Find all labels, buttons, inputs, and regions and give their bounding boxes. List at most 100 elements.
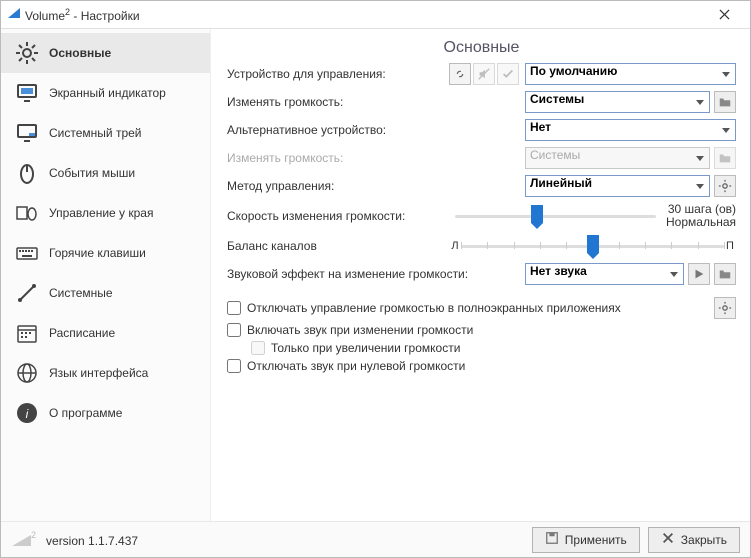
apply-button[interactable]: Применить xyxy=(532,527,640,553)
settings-window: Volume2 - Настройки Основные Экранный ин… xyxy=(0,0,751,558)
sidebar-item-language[interactable]: Язык интерфейса xyxy=(1,353,210,393)
change-volume-alt-select: Системы xyxy=(525,147,710,169)
label-change-volume-alt: Изменять громкость: xyxy=(227,151,449,165)
sidebar-item-label: Горячие клавиши xyxy=(49,246,146,260)
sidebar-item-general[interactable]: Основные xyxy=(1,33,210,73)
balance-slider[interactable] xyxy=(461,235,724,257)
close-footer-button[interactable]: Закрыть xyxy=(648,527,740,553)
checkbox-mute-zero[interactable]: Отключать звук при нулевой громкости xyxy=(227,359,736,373)
sidebar-item-mouse[interactable]: События мыши xyxy=(1,153,210,193)
tray-icon xyxy=(15,121,39,145)
row-alt-device: Альтернативное устройство: Нет xyxy=(227,119,736,141)
row-method: Метод управления: Линейный xyxy=(227,175,736,197)
sidebar-item-label: О программе xyxy=(49,406,122,420)
calendar-icon xyxy=(15,321,39,345)
row-effect: Звуковой эффект на изменение громкости: … xyxy=(227,263,736,285)
fullscreen-settings-button[interactable] xyxy=(714,297,736,319)
footer-logo: 2 version 1.1.7.437 xyxy=(11,532,138,548)
label-alt-device: Альтернативное устройство: xyxy=(227,123,449,137)
sidebar: Основные Экранный индикатор Системный тр… xyxy=(1,29,211,521)
close-label: Закрыть xyxy=(681,533,727,547)
speed-hint: 30 шага (ов) Нормальная xyxy=(656,203,736,229)
checkbox-unmute-label: Включать звук при изменении громкости xyxy=(247,323,473,337)
apply-label: Применить xyxy=(565,533,627,547)
body: Основные Экранный индикатор Системный тр… xyxy=(1,29,750,521)
monitor-icon xyxy=(15,81,39,105)
checkbox-fullscreen-input[interactable] xyxy=(227,301,241,315)
sidebar-item-edge[interactable]: Управление у края xyxy=(1,193,210,233)
mute-button[interactable] xyxy=(473,63,495,85)
play-button[interactable] xyxy=(688,263,710,285)
row-device: Устройство для управления: По умолчанию xyxy=(227,63,736,85)
browse-button-1[interactable] xyxy=(714,91,736,113)
checkbox-unmute-input[interactable] xyxy=(227,323,241,337)
footer: 2 version 1.1.7.437 Применить Закрыть xyxy=(1,521,750,557)
edge-mouse-icon xyxy=(15,201,39,225)
sidebar-item-label: Управление у края xyxy=(49,206,153,220)
row-change-volume: Изменять громкость: Системы xyxy=(227,91,736,113)
sidebar-item-label: Расписание xyxy=(49,326,115,340)
row-change-volume-alt: Изменять громкость: Системы xyxy=(227,147,736,169)
sidebar-item-label: События мыши xyxy=(49,166,135,180)
checkbox-fullscreen[interactable]: Отключать управление громкостью в полноэ… xyxy=(227,301,710,315)
app-icon xyxy=(7,6,21,23)
label-balance: Баланс каналов xyxy=(227,239,449,253)
label-device: Устройство для управления: xyxy=(227,67,449,81)
checkbox-only-increase: Только при увеличении громкости xyxy=(251,341,736,355)
globe-icon xyxy=(15,361,39,385)
browse-button-2 xyxy=(714,147,736,169)
sidebar-item-label: Экранный индикатор xyxy=(49,86,166,100)
window-title: Volume2 - Настройки xyxy=(25,7,704,23)
sidebar-item-osd[interactable]: Экранный индикатор xyxy=(1,73,210,113)
sidebar-item-label: Системные xyxy=(49,286,113,300)
sidebar-item-hotkeys[interactable]: Горячие клавиши xyxy=(1,233,210,273)
effect-browse-button[interactable] xyxy=(714,263,736,285)
sidebar-item-about[interactable]: i О программе xyxy=(1,393,210,433)
checkbox-unmute[interactable]: Включать звук при изменении громкости xyxy=(227,323,736,337)
checkbox-only-increase-label: Только при увеличении громкости xyxy=(271,341,460,355)
row-balance: Баланс каналов Л П xyxy=(227,235,736,257)
window-title-suffix: - Настройки xyxy=(70,9,140,23)
content-pane: Основные Устройство для управления: По у… xyxy=(211,29,750,521)
sidebar-item-label: Язык интерфейса xyxy=(49,366,148,380)
balance-right-label: П xyxy=(724,240,736,252)
speed-hint-2: Нормальная xyxy=(656,216,736,229)
info-icon: i xyxy=(15,401,39,425)
speed-slider[interactable] xyxy=(455,205,656,227)
sidebar-item-label: Системный трей xyxy=(49,126,142,140)
close-button[interactable] xyxy=(704,1,744,29)
label-effect: Звуковой эффект на изменение громкости: xyxy=(227,267,525,281)
checkbox-only-increase-input xyxy=(251,341,265,355)
row-speed: Скорость изменения громкости: 30 шага (о… xyxy=(227,203,736,229)
apply-icon xyxy=(545,531,559,548)
svg-text:i: i xyxy=(26,407,29,421)
link-button[interactable] xyxy=(449,63,471,85)
mouse-icon xyxy=(15,161,39,185)
page-title: Основные xyxy=(227,39,736,57)
method-select[interactable]: Линейный xyxy=(525,175,710,197)
tools-icon xyxy=(15,281,39,305)
label-speed: Скорость изменения громкости: xyxy=(227,209,449,223)
titlebar: Volume2 - Настройки xyxy=(1,1,750,29)
checkbox-fullscreen-label: Отключать управление громкостью в полноэ… xyxy=(247,301,621,315)
gear-icon xyxy=(15,41,39,65)
checkbox-mute-zero-input[interactable] xyxy=(227,359,241,373)
effect-select[interactable]: Нет звука xyxy=(525,263,684,285)
keyboard-icon xyxy=(15,241,39,265)
checkbox-mute-zero-label: Отключать звук при нулевой громкости xyxy=(247,359,465,373)
alt-device-select[interactable]: Нет xyxy=(525,119,736,141)
label-change-volume: Изменять громкость: xyxy=(227,95,449,109)
sidebar-item-label: Основные xyxy=(49,46,111,60)
sidebar-item-schedule[interactable]: Расписание xyxy=(1,313,210,353)
sidebar-item-system[interactable]: Системные xyxy=(1,273,210,313)
close-icon xyxy=(661,531,675,548)
label-method: Метод управления: xyxy=(227,179,449,193)
window-title-prefix: Volume xyxy=(25,9,65,23)
version-text: version 1.1.7.437 xyxy=(46,534,138,548)
change-volume-select[interactable]: Системы xyxy=(525,91,710,113)
balance-left-label: Л xyxy=(449,240,461,252)
check-button[interactable] xyxy=(497,63,519,85)
method-settings-button[interactable] xyxy=(714,175,736,197)
device-select[interactable]: По умолчанию xyxy=(525,63,736,85)
sidebar-item-tray[interactable]: Системный трей xyxy=(1,113,210,153)
